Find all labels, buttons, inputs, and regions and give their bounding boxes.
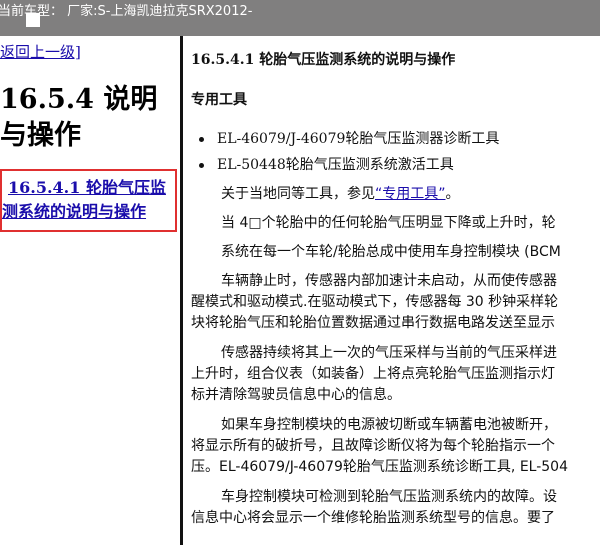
reference-end: 。 xyxy=(445,186,460,202)
paragraph-sampling-line3: 标并清除驾驶员信息中心的信息。 xyxy=(191,387,401,403)
paragraph-sampling-line1: 传感器持续将其上一次的气压采样与当前的气压采样进 xyxy=(221,345,557,361)
paragraph-power-line3: 压。EL-46079/J-46079轮胎气压监测系统诊断工具, EL-504 xyxy=(191,459,568,475)
bullet-icon xyxy=(199,137,204,142)
tool-text: EL-50448轮胎气压监测系统激活工具 xyxy=(217,157,454,173)
paragraph-fault-line2: 信息中心将会显示一个维修轮胎监测系统型号的信息。要了 xyxy=(191,510,555,526)
tool-text: EL-46079/J-46079轮胎气压监测器诊断工具 xyxy=(217,131,500,147)
special-tools-link[interactable]: “专用工具” xyxy=(375,186,446,202)
bullet-icon xyxy=(199,163,204,168)
tools-heading: 专用工具 xyxy=(191,92,247,108)
paragraph-power-line1: 如果车身控制模块的电源被切断或车辆蓄电池被断开， xyxy=(221,417,557,433)
title-bar: 当前车型： 厂家:S-上海凯迪拉克SRX2012- xyxy=(0,0,600,36)
toc-link-line1: 16.5.4.1 轮胎气压监 xyxy=(8,178,166,197)
left-navigation-pane: 返回上一级] 16.5.4 说明 与操作 16.5.4.1 轮胎气压监 测系统的… xyxy=(0,36,180,545)
paragraph-pressure-change: 当 4□个轮胎中的任何轮胎气压明显下降或上升时，轮 xyxy=(221,215,556,231)
paragraph-sampling-line2: 上升时，组合仪表（如装备）上将点亮轮胎气压监测指示灯 xyxy=(191,366,555,382)
reference-text: 关于当地同等工具，参见 xyxy=(221,186,375,202)
section-heading-line1: 16.5.4 说明 xyxy=(0,84,158,115)
toc-link-16-5-4-1[interactable]: 16.5.4.1 轮胎气压监 测系统的说明与操作 xyxy=(2,176,180,224)
list-item: EL-50448轮胎气压监测系统激活工具 xyxy=(191,152,499,178)
section-heading: 16.5.4 说明 与操作 xyxy=(0,82,180,154)
paragraph-sensor-line3: 块将轮胎气压和轮胎位置数据通过串行数据电路发送至显示 xyxy=(191,315,555,331)
section-heading-line2: 与操作 xyxy=(0,120,81,151)
paragraph-sensor-line1: 车辆静止时，传感器内部加速计未启动，从而使传感器 xyxy=(221,273,557,289)
list-item: EL-46079/J-46079轮胎气压监测器诊断工具 xyxy=(191,126,499,152)
content-pane: 16.5.4.1 轮胎气压监测系统的说明与操作 专用工具 EL-46079/J-… xyxy=(183,36,600,545)
paragraph-fault-line1: 车身控制模块可检测到轮胎气压监测系统内的故障。设 xyxy=(221,489,557,505)
toc-link-line2: 测系统的说明与操作 xyxy=(2,202,147,221)
app-icon xyxy=(26,13,40,27)
tools-list: EL-46079/J-46079轮胎气压监测器诊断工具 EL-50448轮胎气压… xyxy=(191,126,499,178)
paragraph-system-bcm: 系统在每一个车轮/轮胎总成中使用车身控制模块 (BCM xyxy=(221,244,561,260)
page-title: 16.5.4.1 轮胎气压监测系统的说明与操作 xyxy=(191,52,456,68)
back-link[interactable]: 返回上一级] xyxy=(0,41,81,62)
paragraph-reference: 关于当地同等工具，参见“专用工具”。 xyxy=(221,184,460,205)
paragraph-sensor-line2: 醒模式和驱动模式.在驱动模式下，传感器每 30 秒钟采样轮 xyxy=(191,294,559,310)
paragraph-power-line2: 将显示所有的破折号，且故障诊断仪将为每个轮胎指示一个 xyxy=(191,438,555,454)
